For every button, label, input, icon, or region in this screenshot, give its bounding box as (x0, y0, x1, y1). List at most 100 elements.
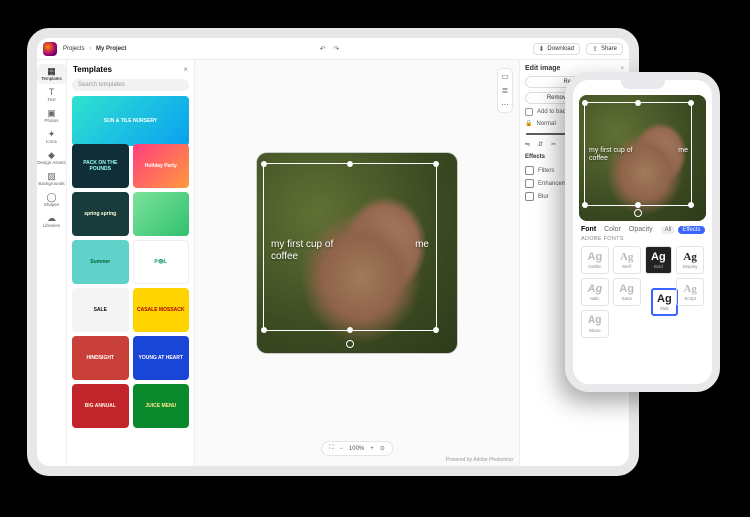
tab-opacity[interactable]: Opacity (629, 226, 653, 234)
handle-bm[interactable] (635, 202, 641, 208)
rail-item-bg[interactable]: ▧Backgrounds (37, 169, 66, 189)
template-card[interactable]: Summer (72, 240, 129, 284)
download-button[interactable]: ⬇ Download (533, 43, 581, 55)
rail-label: Design Assets (37, 160, 66, 165)
phone-artboard[interactable]: my first cup of coffee me (579, 95, 706, 221)
tab-color[interactable]: Color (604, 226, 621, 234)
font-option[interactable]: AgItalic (581, 278, 609, 306)
handle-rotate[interactable] (346, 340, 354, 348)
template-card[interactable]: JUICE MENU (133, 384, 190, 428)
zoom-in-button[interactable]: + (370, 446, 374, 452)
zoom-fit-button[interactable]: ⛶ (329, 445, 333, 452)
canvas-area[interactable]: ▭ ≣ ⋯ my first cup of coffee me (195, 60, 519, 466)
chip-all[interactable]: All (661, 226, 676, 234)
handle-bm[interactable] (347, 327, 353, 333)
font-name: Display (683, 264, 698, 269)
template-card[interactable]: Holiday Party (133, 144, 190, 188)
handle-rotate[interactable] (634, 209, 642, 217)
inspector-title: Edit image (525, 65, 560, 72)
handle-bl[interactable] (261, 327, 267, 333)
font-option[interactable]: AgScript (676, 278, 704, 306)
handle-br[interactable] (688, 202, 694, 208)
template-card[interactable]: CASALE MOSSACK (133, 288, 190, 332)
font-name: Serif (622, 264, 631, 269)
template-card[interactable]: SALE (72, 288, 129, 332)
app-logo[interactable] (43, 42, 57, 56)
canvas-toolstrip: ▭ ≣ ⋯ (497, 68, 513, 113)
template-card[interactable]: SUN & TILE NURSERY (72, 96, 189, 146)
handle-tm[interactable] (635, 100, 641, 106)
inspector-close-button[interactable]: × (620, 66, 624, 72)
rail-item-libs[interactable]: ☁Libraries (37, 211, 66, 231)
font-option[interactable]: AgMono (581, 310, 609, 338)
breadcrumb-current[interactable]: My Project (96, 46, 126, 52)
caption-left[interactable]: my first cup of coffee (271, 239, 351, 262)
rail-item-shapes[interactable]: ◯Shapes (37, 190, 66, 210)
font-option[interactable]: AgSlab (651, 288, 679, 316)
left-rail: ▦TemplatesTText▣Photos✦Icons◆Design Asse… (37, 60, 67, 466)
font-option[interactable]: AgSerif (613, 246, 641, 274)
chip-effects[interactable]: Effects (678, 226, 704, 234)
phone-caption-left[interactable]: my first cup of coffee (589, 147, 649, 163)
template-card[interactable]: spring spring (72, 192, 129, 236)
rail-label: Shapes (44, 202, 59, 207)
template-card[interactable]: BIG ANNUAL (72, 384, 129, 428)
font-name: Bold (654, 264, 663, 269)
undo-button[interactable]: ↶ (320, 45, 326, 53)
template-card[interactable]: PACK ON THE POUNDS (72, 144, 129, 188)
rail-label: Libraries (43, 223, 60, 228)
panel-close-button[interactable]: × (183, 65, 188, 74)
redo-button[interactable]: ↷ (333, 45, 339, 53)
handle-bl[interactable] (582, 202, 588, 208)
phone-caption-right[interactable]: me (678, 147, 688, 155)
font-sample: Ag (651, 252, 666, 263)
font-option[interactable]: AgSans (613, 278, 641, 306)
rail-item-photos[interactable]: ▣Photos (37, 106, 66, 126)
font-option[interactable]: AgBold (645, 246, 673, 274)
font-name: Slab (660, 306, 669, 311)
rail-item-icons[interactable]: ✦Icons (37, 127, 66, 147)
zoom-value[interactable]: 100% (349, 446, 364, 452)
tab-font[interactable]: Font (581, 226, 596, 234)
handle-tl[interactable] (261, 161, 267, 167)
rail-item-text[interactable]: TText (37, 85, 66, 105)
font-name: Script (684, 296, 696, 301)
zoom-out-button[interactable]: − (339, 446, 343, 452)
handle-tl[interactable] (582, 100, 588, 106)
zoom-reset-button[interactable]: ⊙ (380, 445, 385, 452)
font-grid: AgGothicAgSerifAgBoldAgDisplayAgItalicAg… (573, 242, 712, 342)
handle-tm[interactable] (347, 161, 353, 167)
font-option[interactable]: AgGothic (581, 246, 609, 274)
template-card[interactable]: HINDSIGHT (72, 336, 129, 380)
handle-br[interactable] (433, 327, 439, 333)
template-card[interactable]: P👁L (133, 240, 190, 284)
rail-item-design[interactable]: ◆Design Assets (37, 148, 66, 168)
tool-layers[interactable]: ≣ (502, 86, 509, 95)
rail-item-templates[interactable]: ▦Templates (37, 64, 66, 84)
crop-button[interactable]: ✂ (551, 141, 556, 148)
flip-v-button[interactable]: ⇵ (538, 141, 543, 148)
share-button[interactable]: ⇪ Share (586, 43, 623, 55)
font-option[interactable]: AgDisplay (676, 246, 704, 274)
tool-more[interactable]: ⋯ (501, 100, 509, 109)
app-window: Projects › My Project ↶ ↷ ⬇ Download ⇪ S… (37, 38, 629, 466)
templates-panel: Templates × Search templates SUN & TILE … (67, 60, 195, 466)
font-name: Sans (621, 296, 631, 301)
caption-right[interactable]: me (415, 239, 429, 251)
download-label: Download (547, 46, 574, 52)
tool-select[interactable]: ▭ (501, 72, 509, 81)
share-icon: ⇪ (592, 45, 598, 53)
breadcrumb-root[interactable]: Projects (63, 46, 85, 52)
flip-h-button[interactable]: ⇋ (525, 141, 530, 148)
artboard[interactable]: my first cup of coffee me (257, 153, 457, 353)
search-input[interactable]: Search templates (72, 79, 189, 91)
template-card[interactable]: YOUNG AT HEART (133, 336, 190, 380)
effect-icon (525, 192, 534, 201)
handle-tr[interactable] (688, 100, 694, 106)
font-sample: Ag (588, 252, 603, 263)
template-card[interactable] (133, 192, 190, 236)
breadcrumb[interactable]: Projects › My Project (63, 46, 126, 52)
photos-icon: ▣ (47, 109, 56, 118)
handle-tr[interactable] (433, 161, 439, 167)
font-sample: Ag (619, 284, 634, 295)
